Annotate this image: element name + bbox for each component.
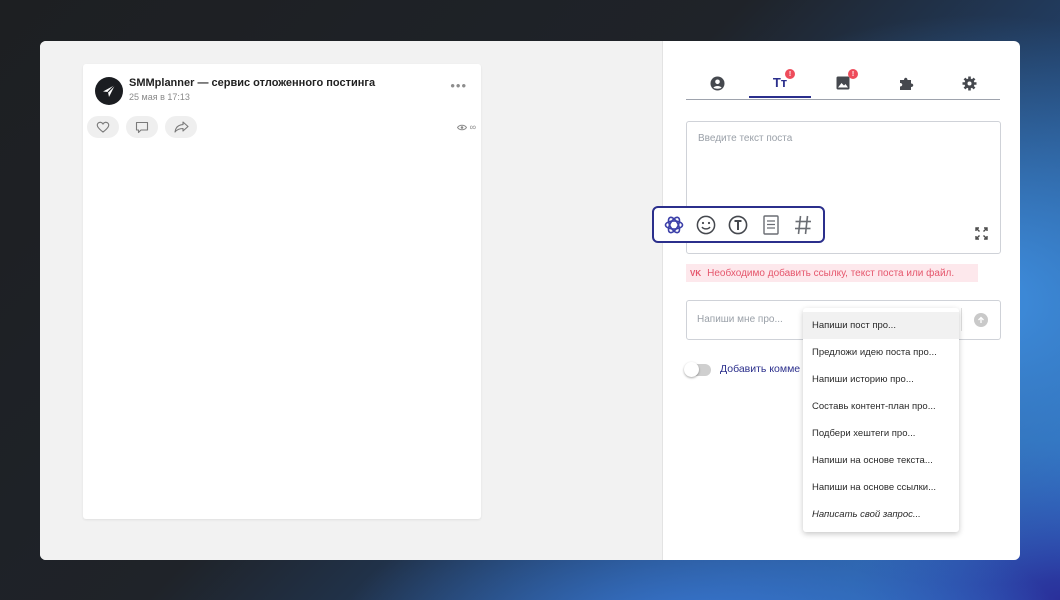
tab-account[interactable]: [686, 68, 748, 98]
more-options-button[interactable]: •••: [450, 79, 467, 92]
arrow-up-icon: [978, 316, 984, 323]
dropdown-item[interactable]: Подбери хештеги про...: [803, 420, 959, 447]
chatgpt-icon: [664, 216, 684, 233]
scheduler-window: SMMplanner — сервис отложенного постинга…: [40, 41, 1020, 560]
text-format-icon: [729, 215, 748, 234]
expand-button[interactable]: [975, 227, 988, 245]
ai-prompt-placeholder: Напиши мне про...: [697, 314, 783, 325]
views-value: ∞: [469, 122, 476, 132]
post-preview: SMMplanner — сервис отложенного постинга…: [83, 64, 481, 519]
views-counter: ∞: [456, 122, 476, 132]
post-author-name: SMMplanner — сервис отложенного постинга: [129, 77, 376, 89]
dropdown-item[interactable]: Напиши пост про...: [803, 312, 959, 339]
eye-icon: [456, 124, 467, 130]
comment-toggle-label[interactable]: Добавить комме: [720, 363, 800, 375]
gear-icon: [962, 76, 976, 90]
validation-error: VK Необходимо добавить ссылку, текст пос…: [686, 264, 978, 282]
image-icon: [836, 76, 850, 90]
tab-text-badge: !: [785, 69, 795, 79]
editor-tabs: Tт ! !: [686, 68, 1000, 100]
dropdown-item-custom[interactable]: Написать свой запрос...: [803, 501, 959, 528]
fullscreen-icon: [975, 227, 988, 240]
template-icon: [762, 214, 779, 235]
comment-button[interactable]: [126, 116, 158, 138]
smmplanner-logo-icon: [103, 84, 116, 97]
input-divider: [961, 308, 962, 331]
like-button[interactable]: [87, 116, 119, 138]
dropdown-item[interactable]: Напиши на основе ссылки...: [803, 474, 959, 501]
chatgpt-button[interactable]: [661, 212, 687, 238]
hashtag-icon: [794, 215, 811, 234]
text-format-button[interactable]: [725, 212, 751, 238]
post-text-placeholder: Введите текст поста: [698, 133, 793, 144]
error-message: Необходимо добавить ссылку, текст поста …: [707, 267, 955, 279]
comment-icon: [135, 121, 149, 133]
emoji-icon: [696, 215, 716, 234]
preview-pane: SMMplanner — сервис отложенного постинга…: [40, 41, 663, 560]
dropdown-item[interactable]: Предложи идею поста про...: [803, 339, 959, 366]
send-button[interactable]: [974, 313, 988, 327]
puzzle-icon: [899, 77, 913, 90]
dropdown-item[interactable]: Составь контент-план про...: [803, 393, 959, 420]
heart-icon: [96, 121, 110, 133]
emoji-button[interactable]: [693, 212, 719, 238]
template-button[interactable]: [758, 212, 784, 238]
dropdown-item[interactable]: Напиши историю про...: [803, 366, 959, 393]
hashtag-button[interactable]: [790, 212, 816, 238]
user-icon: [710, 76, 724, 90]
tab-plugins[interactable]: [875, 68, 937, 98]
tab-settings[interactable]: [938, 68, 1000, 98]
post-date: 25 мая в 17:13: [129, 92, 190, 102]
tab-media-badge: !: [848, 69, 858, 79]
share-icon: [173, 121, 189, 133]
tab-media[interactable]: !: [812, 68, 874, 98]
share-button[interactable]: [165, 116, 197, 138]
dropdown-item[interactable]: Напиши на основе текста...: [803, 447, 959, 474]
tab-text[interactable]: Tт !: [749, 68, 811, 98]
avatar: [95, 77, 123, 105]
editor-toolbar: [652, 206, 825, 243]
comment-toggle[interactable]: [684, 362, 711, 377]
vk-network-icon: VK: [690, 268, 702, 278]
ai-prompt-dropdown: Напиши пост про... Предложи идею поста п…: [803, 308, 959, 532]
toggle-knob: [684, 362, 699, 377]
